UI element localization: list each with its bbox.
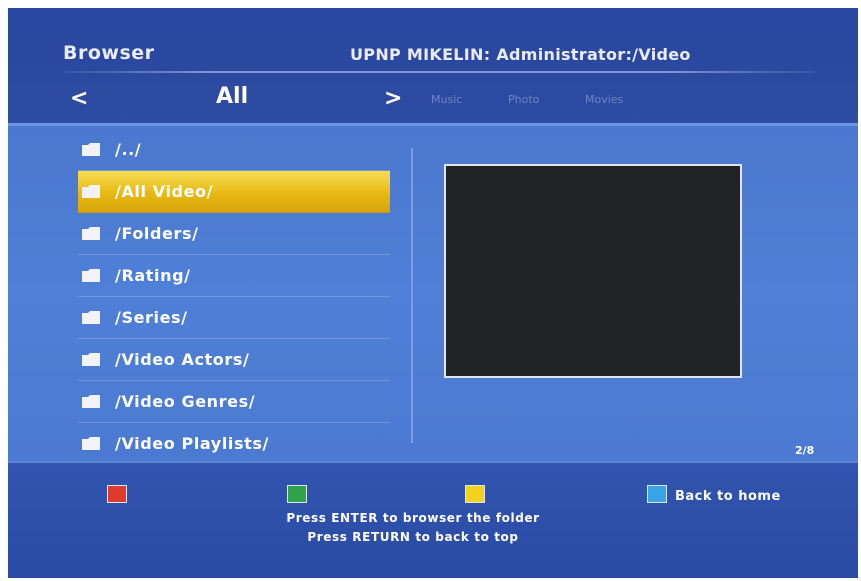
green-key-button[interactable]	[287, 485, 307, 503]
list-item-label: /Video Actors/	[115, 350, 250, 369]
list-item-label: /Video Playlists/	[115, 434, 269, 453]
hint-return: Press RETURN to back to top	[307, 530, 519, 544]
list-item[interactable]: /Video Playlists/	[78, 423, 390, 465]
list-item[interactable]: /Series/	[78, 297, 390, 339]
folder-icon	[82, 437, 100, 450]
folder-icon	[82, 227, 100, 240]
list-item-label: /Rating/	[115, 266, 191, 285]
category-tab-music[interactable]: Music	[431, 93, 462, 106]
list-item-label: /All Video/	[115, 182, 214, 201]
folder-icon	[82, 185, 100, 198]
category-tab-movies[interactable]: Movies	[585, 93, 623, 106]
list-item-label: /../	[115, 140, 142, 159]
folder-icon	[82, 353, 100, 366]
list-item[interactable]: /../	[78, 129, 390, 171]
list-item[interactable]: /Rating/	[78, 255, 390, 297]
preview-thumbnail	[444, 164, 742, 378]
folder-icon	[82, 269, 100, 282]
red-key-button[interactable]	[107, 485, 127, 503]
page-title: Browser	[63, 42, 155, 64]
folder-icon	[82, 395, 100, 408]
blue-key-button[interactable]	[647, 485, 667, 503]
category-next-arrow[interactable]: >	[384, 86, 402, 111]
list-item-label: /Video Genres/	[115, 392, 256, 411]
list-item[interactable]: /Folders/	[78, 213, 390, 255]
category-tab-photo[interactable]: Photo	[508, 93, 539, 106]
list-item[interactable]: /Video Genres/	[78, 381, 390, 423]
list-item-label: /Folders/	[115, 224, 199, 243]
current-category: All	[216, 84, 249, 109]
content-top-divider	[8, 123, 858, 126]
back-to-home-label[interactable]: Back to home	[675, 489, 781, 504]
list-item[interactable]: /Video Actors/	[78, 339, 390, 381]
hint-enter: Press ENTER to browser the folder	[286, 511, 540, 525]
page-indicator: 2/8	[795, 444, 815, 457]
list-item-label: /Series/	[115, 308, 188, 327]
folder-icon	[82, 143, 100, 156]
media-browser-screen: Browser UPNP MIKELIN: Administrator:/Vid…	[8, 8, 858, 578]
panel-divider	[411, 148, 413, 443]
list-item-selected[interactable]: /All Video/	[78, 171, 390, 213]
category-prev-arrow[interactable]: <	[70, 86, 88, 111]
folder-icon	[82, 311, 100, 324]
server-path: UPNP MIKELIN: Administrator:/Video	[350, 45, 691, 64]
yellow-key-button[interactable]	[465, 485, 485, 503]
folder-list: /../ /All Video/ /Folders/ /Rating/ /Ser…	[78, 129, 390, 465]
header-divider	[63, 71, 815, 73]
